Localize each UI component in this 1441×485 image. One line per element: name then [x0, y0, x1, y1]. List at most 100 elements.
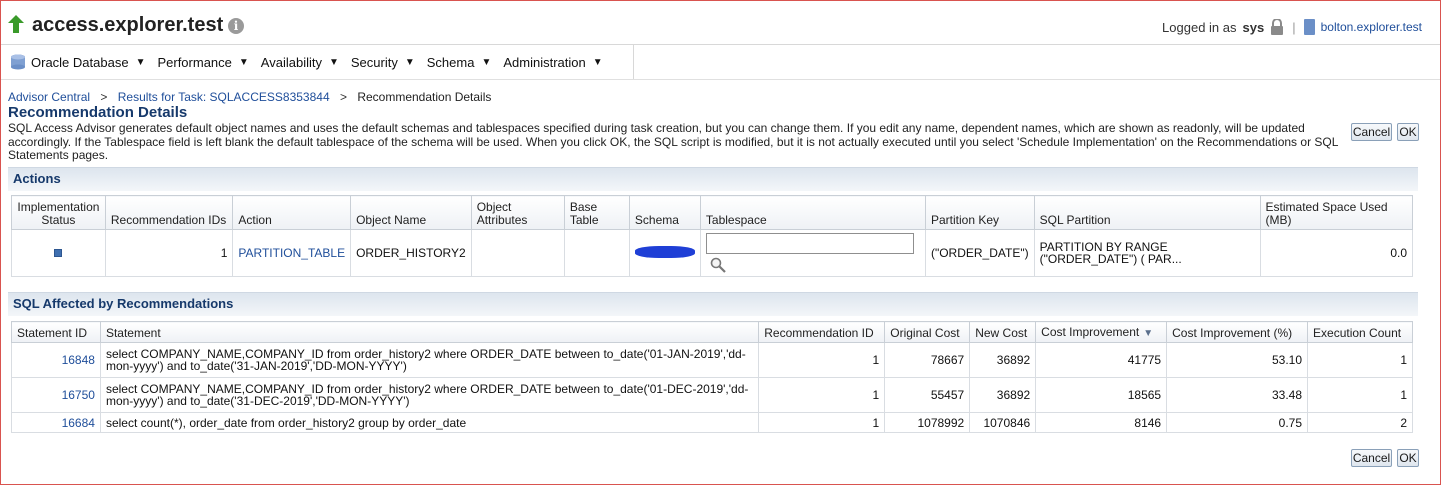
col-original-cost: Original Cost: [884, 321, 971, 343]
cost-improvement-pct-cell: 53.10: [1166, 342, 1309, 378]
table-row: 16848 select COMPANY_NAME,COMPANY_ID fro…: [11, 342, 1413, 378]
statement-id-link[interactable]: 16848: [62, 353, 95, 367]
rec-id-cell: 1: [758, 377, 886, 413]
col-implementation-status: Implementation Status: [11, 195, 106, 230]
partition-key-cell: ("ORDER_DATE"): [924, 229, 1035, 277]
statement-id-link[interactable]: 16684: [62, 416, 95, 430]
col-partition-key: Partition Key: [924, 195, 1035, 230]
actions-table: Implementation Status Recommendation IDs…: [11, 195, 1414, 277]
cancel-button-bottom[interactable]: Cancel: [1351, 449, 1392, 467]
login-prefix: Logged in as: [1162, 19, 1237, 35]
col-tablespace: Tablespace: [699, 195, 926, 230]
ok-button[interactable]: OK: [1397, 123, 1419, 141]
original-cost-cell: 1078992: [884, 412, 971, 433]
statement-cell: select COMPANY_NAME,COMPANY_ID from orde…: [99, 377, 760, 413]
col-statement-id: Statement ID: [11, 321, 101, 343]
page-description: SQL Access Advisor generates default obj…: [8, 121, 1338, 162]
target-title[interactable]: access.explorer.test: [32, 14, 223, 37]
action-cell: PARTITION_TABLE: [232, 229, 352, 277]
global-header: access.explorer.test i Logged in as sys …: [1, 1, 1440, 45]
col-object-attributes: Object Attributes: [470, 195, 565, 230]
sort-descending-icon[interactable]: ▼: [1143, 328, 1153, 339]
server-icon: [1303, 19, 1315, 35]
sql-partition-cell: PARTITION BY RANGE ("ORDER_DATE") ( PAR.…: [1033, 229, 1261, 277]
chevron-down-icon: ▼: [481, 56, 492, 68]
breadcrumb-advisor-central[interactable]: Advisor Central: [8, 90, 90, 104]
col-object-name: Object Name: [350, 195, 472, 230]
database-icon: [11, 54, 25, 70]
login-info: Logged in as sys | bolton.explorer.test: [1162, 18, 1422, 35]
table-row: 1 PARTITION_TABLE ORDER_HISTORY2 ("ORDER…: [11, 229, 1414, 277]
sql-affected-section-header: SQL Affected by Recommendations: [8, 292, 1418, 316]
col-cost-improvement[interactable]: Cost Improvement ▼: [1035, 321, 1168, 343]
statement-id-cell: 16848: [11, 342, 101, 378]
new-cost-cell: 36892: [969, 342, 1037, 378]
execution-count-cell: 1: [1307, 342, 1413, 378]
menu-security[interactable]: Security ▼: [351, 55, 415, 70]
col-action: Action: [232, 195, 352, 230]
col-recommendation-ids: Recommendation IDs: [104, 195, 234, 230]
menu-label: Performance: [157, 54, 232, 70]
chevron-down-icon: ▼: [328, 56, 339, 68]
status-cell: [11, 229, 106, 277]
menu-label: Oracle Database: [31, 54, 129, 70]
col-cost-improvement-label: Cost Improvement: [1041, 325, 1140, 339]
breadcrumb-current: Recommendation Details: [357, 90, 492, 104]
tablespace-input[interactable]: [705, 233, 914, 254]
status-indicator-icon: [54, 249, 63, 257]
menu-performance[interactable]: Performance ▼: [157, 55, 248, 70]
rec-ids-cell: 1: [104, 229, 234, 277]
menu-oracle-database[interactable]: Oracle Database ▼: [31, 55, 145, 70]
statement-id-cell: 16750: [11, 377, 101, 413]
login-user: sys: [1242, 19, 1265, 35]
arrow-up-status-icon: [8, 15, 24, 33]
menu-label: Availability: [260, 54, 322, 70]
table-row: 16750 select COMPANY_NAME,COMPANY_ID fro…: [11, 377, 1413, 413]
breadcrumb: Advisor Central > Results for Task: SQLA…: [8, 90, 491, 104]
login-separator: |: [1292, 19, 1296, 35]
col-cost-improvement-pct: Cost Improvement (%): [1166, 321, 1309, 343]
chevron-down-icon: ▼: [135, 56, 146, 68]
object-attributes-cell: [470, 229, 565, 277]
col-new-cost: New Cost: [969, 321, 1037, 343]
action-link[interactable]: PARTITION_TABLE: [238, 246, 345, 260]
search-icon[interactable]: [709, 256, 727, 274]
cost-improvement-pct-cell: 0.75: [1166, 412, 1309, 433]
ok-button-bottom[interactable]: OK: [1397, 449, 1419, 467]
cost-improvement-cell: 8146: [1035, 412, 1168, 433]
col-execution-count: Execution Count: [1307, 321, 1413, 343]
statement-cell: select COMPANY_NAME,COMPANY_ID from orde…: [99, 342, 760, 378]
menu-schema[interactable]: Schema ▼: [427, 55, 492, 70]
menu-label: Security: [350, 54, 398, 70]
breadcrumb-results-for-task[interactable]: Results for Task: SQLACCESS8353844: [118, 90, 330, 104]
col-sql-partition: SQL Partition: [1033, 195, 1261, 230]
cancel-button[interactable]: Cancel: [1351, 123, 1392, 141]
actions-section-header: Actions: [8, 167, 1418, 191]
col-base-table: Base Table: [563, 195, 630, 230]
sql-affected-table: Statement ID Statement Recommendation ID…: [11, 321, 1413, 433]
space-cell: 0.0: [1259, 229, 1414, 277]
execution-count-cell: 2: [1307, 412, 1413, 433]
statement-id-link[interactable]: 16750: [62, 388, 95, 402]
tablespace-cell: [699, 229, 926, 277]
col-estimated-space: Estimated Space Used (MB): [1259, 195, 1414, 230]
info-icon[interactable]: i: [228, 18, 244, 34]
host-link[interactable]: bolton.explorer.test: [1321, 20, 1422, 34]
original-cost-cell: 55457: [884, 377, 971, 413]
col-statement: Statement: [99, 321, 760, 343]
breadcrumb-separator: >: [100, 90, 108, 104]
base-table-cell: [563, 229, 630, 277]
chevron-down-icon: ▼: [238, 56, 249, 68]
menu-label: Administration: [503, 54, 586, 70]
chevron-down-icon: ▼: [404, 56, 415, 68]
menu-divider: [1, 79, 1440, 80]
new-cost-cell: 36892: [969, 377, 1037, 413]
object-name-cell: ORDER_HISTORY2: [350, 229, 472, 277]
menu-availability[interactable]: Availability ▼: [261, 55, 339, 70]
execution-count-cell: 1: [1307, 377, 1413, 413]
page-title: Recommendation Details: [8, 104, 188, 121]
redacted-schema: [634, 246, 695, 258]
col-schema: Schema: [628, 195, 701, 230]
chevron-down-icon: ▼: [592, 56, 603, 68]
menu-administration[interactable]: Administration ▼: [503, 55, 602, 70]
